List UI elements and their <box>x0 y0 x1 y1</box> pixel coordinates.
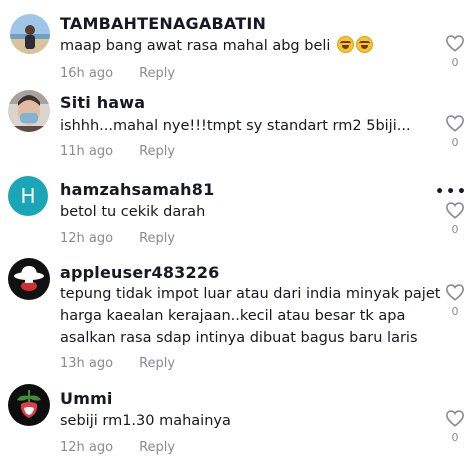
timestamp: 12h ago <box>60 440 114 455</box>
timestamp: 11h ago <box>60 144 114 159</box>
username[interactable]: TAMBAHTENAGABATIN <box>60 14 266 33</box>
more-options-icon[interactable]: ••• <box>435 184 468 200</box>
heart-icon <box>445 410 465 427</box>
like-count: 0 <box>451 56 459 69</box>
comment-text-line: harga kaealan kerajaan..kecil atau besar… <box>60 308 406 324</box>
avatar[interactable] <box>8 90 50 132</box>
reply-button[interactable]: Reply <box>139 440 175 455</box>
comment-item: appleuser483226 tepung tidak impot luar … <box>0 256 474 378</box>
comment-text: sebiji rm1.30 mahainya <box>60 413 231 429</box>
avatar[interactable]: H <box>8 176 48 216</box>
like-button[interactable]: 0 <box>444 201 466 236</box>
heart-icon <box>445 202 465 219</box>
reply-button[interactable]: Reply <box>139 66 175 81</box>
avatar-letter: H <box>20 184 36 208</box>
like-count: 0 <box>451 305 459 318</box>
like-button[interactable]: 0 <box>444 409 466 444</box>
username[interactable]: appleuser483226 <box>60 263 220 282</box>
comment-item: H hamzahsamah81 betol tu cekik darah 12h… <box>0 172 474 252</box>
reply-button[interactable]: Reply <box>139 356 175 371</box>
comment-text: maap bang awat rasa mahal abg beli <box>60 36 374 57</box>
comment-meta: 13h ago Reply <box>60 356 175 371</box>
username[interactable]: hamzahsamah81 <box>60 180 214 199</box>
comment-text-line: asalkan rasa sdap intinya dibuat bagus b… <box>60 330 418 346</box>
comment-item: Siti hawa ishhh...mahal nye!!!tmpt sy st… <box>0 88 474 170</box>
laughing-with-tears-emoji <box>337 36 355 53</box>
avatar[interactable] <box>8 258 50 300</box>
comment-text-body: maap bang awat rasa mahal abg beli <box>60 38 331 54</box>
comment-item: Ummi sebiji rm1.30 mahainya 12h ago Reply… <box>0 382 474 474</box>
avatar[interactable] <box>8 384 50 426</box>
comment-text: betol tu cekik darah <box>60 204 206 220</box>
comment-meta: 12h ago Reply <box>60 231 175 246</box>
reply-button[interactable]: Reply <box>139 144 175 159</box>
heart-icon <box>445 35 465 52</box>
username[interactable]: Ummi <box>60 389 113 408</box>
comment-meta: 11h ago Reply <box>60 144 175 159</box>
comment-item: TAMBAHTENAGABATIN maap bang awat rasa ma… <box>0 0 474 90</box>
like-button[interactable]: 0 <box>444 114 466 149</box>
timestamp: 13h ago <box>60 356 114 371</box>
comment-meta: 12h ago Reply <box>60 440 175 455</box>
heart-icon <box>445 115 465 132</box>
like-count: 0 <box>451 136 459 149</box>
timestamp: 12h ago <box>60 231 114 246</box>
like-count: 0 <box>451 431 459 444</box>
username[interactable]: Siti hawa <box>60 93 145 112</box>
like-count: 0 <box>451 223 459 236</box>
comment-meta: 16h ago Reply <box>60 66 175 81</box>
laughing-with-tears-emoji <box>356 36 374 53</box>
heart-icon <box>445 284 465 301</box>
comment-text-line: tepung tidak impot luar atau dari india … <box>60 286 441 302</box>
timestamp: 16h ago <box>60 66 114 81</box>
like-button[interactable]: 0 <box>444 283 466 318</box>
like-button[interactable]: 0 <box>444 34 466 69</box>
reply-button[interactable]: Reply <box>139 231 175 246</box>
avatar[interactable] <box>10 14 50 54</box>
comment-text: ishhh...mahal nye!!!tmpt sy standart rm2… <box>60 118 411 134</box>
